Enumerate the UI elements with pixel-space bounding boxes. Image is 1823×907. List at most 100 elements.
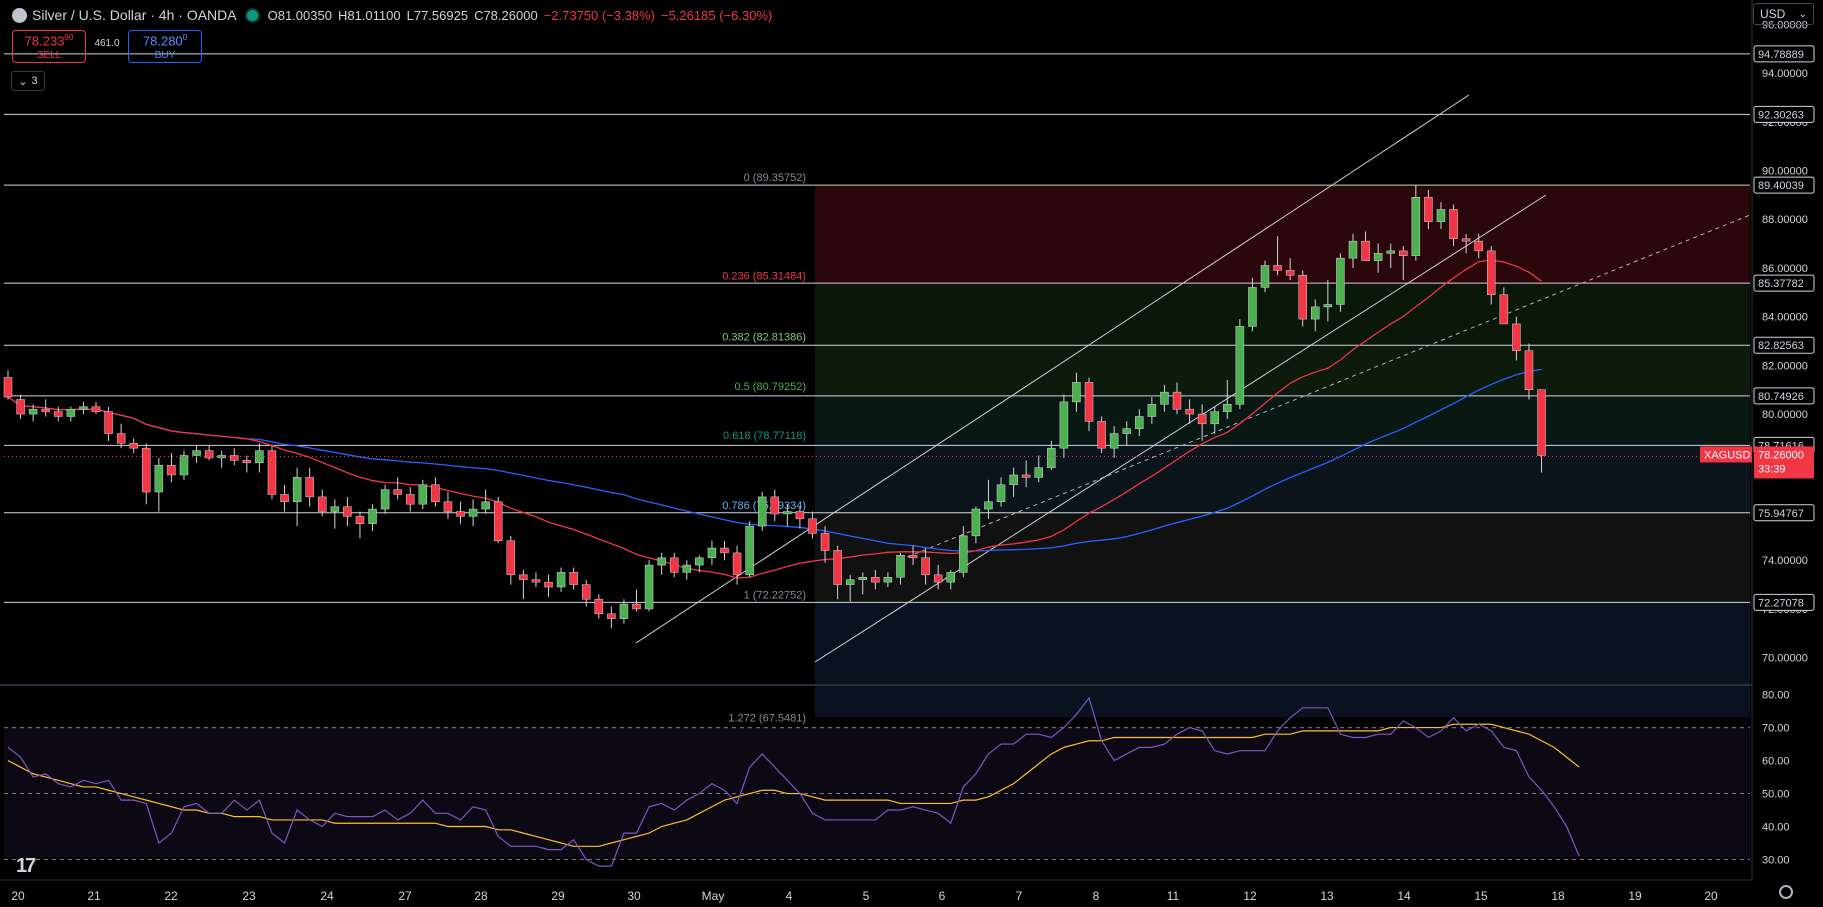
candle xyxy=(921,557,930,576)
level-label: 82.82563 xyxy=(1758,340,1804,352)
candle xyxy=(1399,250,1408,256)
time-tick: 11 xyxy=(1167,889,1180,903)
buy-label: BUY xyxy=(154,50,176,62)
candle xyxy=(531,579,541,583)
candle xyxy=(368,508,377,524)
candle xyxy=(192,450,201,456)
fib-label: 0.382 (82.81386) xyxy=(722,332,806,344)
candle xyxy=(380,489,390,510)
candle xyxy=(393,489,402,495)
candle xyxy=(833,550,842,585)
spread-value: 461.0 xyxy=(94,38,120,49)
candle xyxy=(1009,474,1018,485)
candle xyxy=(1361,240,1370,261)
candle xyxy=(280,494,289,503)
candle xyxy=(858,577,868,580)
candle xyxy=(1487,250,1496,295)
indicator-count: 3 xyxy=(31,75,38,87)
rsi-tick: 40.00 xyxy=(1762,822,1790,834)
candle xyxy=(242,460,252,464)
time-tick: 4 xyxy=(786,889,793,903)
time-tick: 22 xyxy=(164,889,178,903)
candle xyxy=(783,511,792,515)
candle xyxy=(695,557,704,566)
candle xyxy=(657,557,666,566)
candle xyxy=(896,555,905,578)
candle xyxy=(1034,467,1043,478)
candle xyxy=(569,572,578,585)
candle xyxy=(318,496,327,512)
candle xyxy=(644,564,654,610)
indicators-toggle-button[interactable]: ⌄ 3 xyxy=(11,71,45,91)
candle xyxy=(808,518,817,534)
price-tick: 88.00000 xyxy=(1762,214,1808,226)
candle xyxy=(1436,209,1446,222)
candle xyxy=(1323,304,1333,308)
price-tick: 82.00000 xyxy=(1762,360,1808,372)
candle xyxy=(1474,240,1483,252)
symbol-title[interactable]: Silver / U.S. Dollar · 4h · OANDA xyxy=(32,7,237,23)
candle xyxy=(1210,411,1219,425)
candle xyxy=(707,547,717,559)
time-tick: May xyxy=(702,889,725,903)
tradingview-logo-icon[interactable]: 17 xyxy=(16,855,36,878)
fib-zone xyxy=(815,514,1750,604)
candle xyxy=(1311,306,1320,320)
candle xyxy=(204,450,214,459)
candle xyxy=(745,525,754,576)
price-badge-countdown: 33:39 xyxy=(1758,463,1786,475)
candle xyxy=(292,477,302,503)
candle xyxy=(1373,253,1383,261)
time-tick: 19 xyxy=(1628,889,1642,903)
settings-gear-icon[interactable] xyxy=(1779,885,1793,899)
candle xyxy=(1109,433,1119,449)
fib-label: 0.236 (85.31484) xyxy=(722,271,806,283)
candle xyxy=(129,443,138,449)
candle xyxy=(581,584,591,600)
candle xyxy=(154,464,164,493)
candle xyxy=(1424,197,1433,222)
time-tick: 13 xyxy=(1320,889,1334,903)
sell-price: 78.233 xyxy=(24,33,65,49)
candle xyxy=(167,464,176,476)
sell-price-sup2: 0 xyxy=(68,33,74,42)
sell-button[interactable]: 78.23390 SELL xyxy=(12,30,86,63)
currency-select[interactable]: USD ⌄ xyxy=(1753,3,1814,25)
candle xyxy=(795,511,805,520)
candle xyxy=(1235,326,1245,405)
candle xyxy=(418,484,428,505)
candle xyxy=(468,508,478,517)
candle xyxy=(66,408,76,417)
price-tick: 84.00000 xyxy=(1762,312,1808,324)
candle xyxy=(1248,287,1257,327)
candle xyxy=(506,540,516,576)
candle xyxy=(984,501,993,510)
candle xyxy=(1021,474,1031,478)
candle xyxy=(481,501,490,510)
fib-label: 1.272 (67.5481) xyxy=(728,712,806,724)
chart-canvas[interactable]: 0 (89.35752) 0.236 (85.31484) 0.382 (82.81… xyxy=(0,0,1823,907)
candle xyxy=(54,411,63,417)
time-tick: 23 xyxy=(242,889,256,903)
fib-zone xyxy=(815,603,1750,718)
candle xyxy=(1336,257,1345,305)
candle xyxy=(594,598,604,615)
candle xyxy=(1172,391,1182,410)
price-tick: 74.00000 xyxy=(1762,555,1808,567)
price-tick: 94.00000 xyxy=(1762,68,1808,80)
currency-value: USD xyxy=(1760,7,1786,21)
market-status-icon xyxy=(246,9,258,21)
time-tick: 24 xyxy=(320,889,334,903)
candle xyxy=(607,613,616,619)
candle xyxy=(1273,265,1282,271)
candle xyxy=(959,535,968,573)
candle xyxy=(519,574,528,580)
candle xyxy=(971,508,981,537)
candle xyxy=(619,603,629,619)
buy-button[interactable]: 78.2800 BUY xyxy=(128,30,202,63)
price-change: −2.73750 (−3.38%) xyxy=(543,7,655,23)
chevron-down-icon: ⌄ xyxy=(18,75,28,88)
candle xyxy=(1059,401,1069,449)
price-tick: 90.00000 xyxy=(1762,166,1808,178)
ohlc-open: O81.00350 xyxy=(267,7,332,23)
